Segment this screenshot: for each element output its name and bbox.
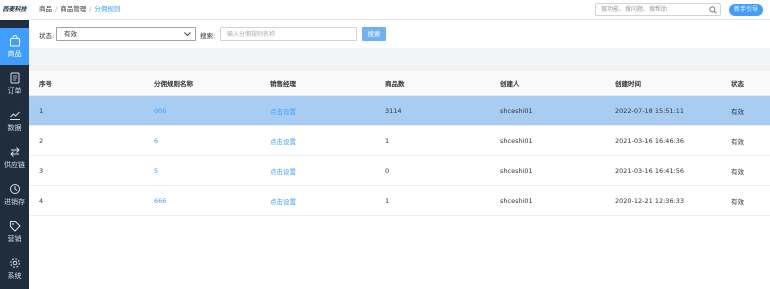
- sidebar-item-system[interactable]: 系统: [0, 250, 29, 287]
- product-count: 1: [385, 136, 390, 145]
- creator: shceshi01: [500, 196, 533, 205]
- creator: shceshi01: [500, 136, 533, 145]
- sidebar-item-label: 数据: [7, 123, 22, 132]
- column-header: 状态: [731, 80, 744, 88]
- sidebar-item-label: 供应链: [4, 160, 25, 169]
- sidebar-item-inventory[interactable]: 进销存: [0, 176, 29, 213]
- created-time: 2021-03-16 16:41:56: [615, 166, 685, 175]
- sidebar-item-supply-chain[interactable]: 供应链: [0, 139, 29, 176]
- logo: 西麦科技: [0, 0, 29, 20]
- app-root: 西麦科技 商品 订单 数据 供应链 进销存 营销 系统 商品 / 商品管理 / …: [0, 0, 770, 289]
- set-manager-link[interactable]: 点击设置: [270, 186, 296, 215]
- row-index: 1: [39, 106, 44, 115]
- breadcrumb: 商品 / 商品管理 / 分佣规则: [39, 0, 120, 19]
- created-time: 2022-07-18 15:51:11: [615, 106, 685, 115]
- filter-bar: 状态: 有效 搜索: 搜索: [29, 20, 770, 48]
- search-icon[interactable]: [709, 6, 717, 14]
- chart-icon: [9, 111, 20, 120]
- table-empty-area: [29, 217, 770, 289]
- status-select[interactable]: 有效: [56, 27, 196, 41]
- tag-icon: [9, 220, 21, 232]
- sidebar-item-data[interactable]: 数据: [0, 102, 29, 139]
- breadcrumb-item[interactable]: 商品管理: [60, 5, 86, 13]
- rule-name-link[interactable]: 006: [154, 96, 166, 125]
- sidebar-item-goods[interactable]: 商品: [0, 28, 29, 65]
- sidebar: 西麦科技 商品 订单 数据 供应链 进销存 营销 系统: [0, 0, 29, 289]
- rule-name-input[interactable]: [220, 27, 357, 41]
- rule-name-link[interactable]: 666: [154, 186, 166, 215]
- chevron-down-icon: [184, 32, 191, 37]
- breadcrumb-current: 分佣规则: [94, 5, 121, 13]
- creator: shceshi01: [500, 166, 533, 175]
- sidebar-item-label: 订单: [7, 86, 22, 95]
- rules-table: 序号 分佣规则名称 销售经理 商品数 创建人 创建时间 状态 1 006 点击设…: [29, 71, 770, 216]
- sidebar-item-label: 营销: [7, 234, 22, 243]
- search-button[interactable]: 搜索: [362, 27, 386, 41]
- sidebar-item-label: 系统: [7, 271, 22, 280]
- table-row[interactable]: 4 666 点击设置 1 shceshi01 2020-12-21 12:36:…: [29, 186, 770, 216]
- creator: shceshi01: [500, 106, 533, 115]
- top-bar: 商品/商品管理/分佣规则 新手引导: [29, 0, 770, 20]
- created-time: 2020-12-21 12:36:33: [615, 196, 685, 205]
- breadcrumb-separator: /: [55, 5, 58, 13]
- status-select-value: 有效: [64, 30, 77, 38]
- exchange-icon: [9, 146, 20, 157]
- status-text: 有效: [731, 197, 744, 206]
- rule-name-link[interactable]: 5: [154, 156, 158, 185]
- created-time: 2021-03-16 16:46:36: [615, 136, 685, 145]
- status-text: 有效: [731, 137, 744, 146]
- product-count: 0: [385, 166, 390, 175]
- column-header: 商品数: [385, 80, 405, 88]
- breadcrumb-item[interactable]: 商品: [39, 5, 52, 13]
- status-label: 状态:: [39, 32, 55, 40]
- row-index: 4: [39, 196, 44, 205]
- column-header: 分佣规则名称: [154, 80, 193, 88]
- row-index: 3: [39, 166, 44, 175]
- sidebar-item-marketing[interactable]: 营销: [0, 213, 29, 250]
- global-search-input[interactable]: [596, 4, 704, 15]
- column-header: 销售经理: [270, 80, 296, 88]
- table-row[interactable]: 3 5 点击设置 0 shceshi01 2021-03-16 16:41:56…: [29, 156, 770, 186]
- inventory-icon: [9, 183, 20, 194]
- set-manager-link[interactable]: 点击设置: [270, 156, 296, 185]
- set-manager-link[interactable]: 点击设置: [270, 126, 296, 155]
- status-text: 有效: [731, 167, 744, 176]
- rule-name-link[interactable]: 6: [154, 126, 158, 155]
- table-row[interactable]: 1 006 点击设置 3114 shceshi01 2022-07-18 15:…: [29, 96, 770, 126]
- status-text: 有效: [731, 107, 744, 116]
- product-count: 3114: [385, 106, 402, 115]
- column-header: 创建时间: [615, 80, 641, 88]
- order-icon: [10, 72, 19, 83]
- column-header: 序号: [39, 80, 52, 88]
- search-label: 搜索:: [200, 32, 216, 40]
- content-spacer: [29, 48, 770, 71]
- table-row[interactable]: 2 6 点击设置 1 shceshi01 2021-03-16 16:46:36…: [29, 126, 770, 156]
- sidebar-item-label: 进销存: [4, 197, 25, 206]
- gear-icon: [9, 257, 20, 268]
- global-search: [595, 3, 721, 16]
- table-header: 序号 分佣规则名称 销售经理 商品数 创建人 创建时间 状态: [29, 71, 770, 96]
- set-manager-link[interactable]: 点击设置: [270, 96, 296, 125]
- guide-button[interactable]: 新手引导: [729, 4, 763, 16]
- row-index: 2: [39, 136, 44, 145]
- sidebar-item-label: 商品: [7, 49, 22, 58]
- bag-icon: [9, 34, 20, 46]
- breadcrumb-separator: /: [89, 5, 92, 13]
- sidebar-item-orders[interactable]: 订单: [0, 65, 29, 102]
- product-count: 1: [385, 196, 390, 205]
- column-header: 创建人: [500, 80, 520, 88]
